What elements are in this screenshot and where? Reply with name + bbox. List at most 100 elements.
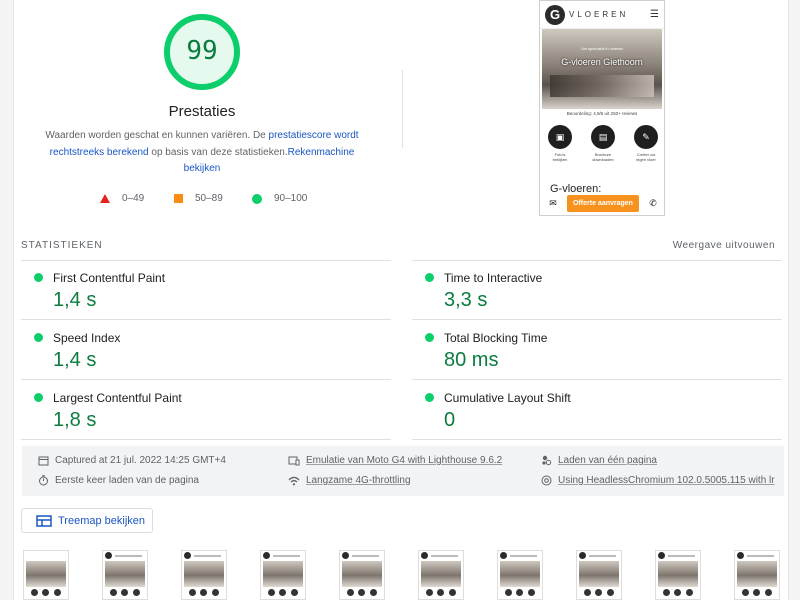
filmstrip-frame — [655, 550, 701, 600]
metric-name: Total Blocking Time — [444, 331, 548, 345]
load-text: Eerste keer laden van de pagina — [55, 475, 199, 486]
feature-create: ✎ Creëer uw eigen vloer — [634, 125, 658, 162]
metric-cls: Cumulative Layout Shift 0 — [412, 381, 782, 439]
feature-icons: ▣ Foto's bekijken ▤ Brochure downloaden … — [548, 125, 658, 162]
square-icon — [174, 194, 183, 203]
final-screenshot[interactable]: G VLOEREN ☰ Uw specialist in vloeren G-v… — [539, 0, 665, 216]
runtime-settings: Captured at 21 jul. 2022 14:25 GMT+4 Emu… — [22, 446, 784, 496]
metric-si: Speed Index 1,4 s — [21, 321, 391, 379]
metric-name: Speed Index — [53, 331, 121, 345]
divider — [412, 439, 782, 440]
brochure-icon: ▤ — [591, 125, 615, 149]
treemap-icon — [36, 514, 52, 527]
metric-value: 1,4 s — [53, 289, 97, 311]
score-description: Waarden worden geschat en kunnen variëre… — [44, 128, 360, 178]
chrome-icon — [541, 475, 552, 486]
divider — [412, 319, 782, 320]
browser-link[interactable]: Using HeadlessChromium 102.0.5005.115 wi… — [558, 475, 775, 486]
score-title: Prestaties — [168, 103, 236, 120]
filmstrip-frame — [260, 550, 306, 600]
calendar-icon — [38, 456, 49, 466]
stopwatch-icon — [39, 475, 48, 486]
metric-value: 1,8 s — [53, 409, 97, 431]
session-link[interactable]: Laden van één pagina — [558, 455, 657, 466]
runtime-throttle[interactable]: Langzame 4G-throttling — [288, 475, 411, 486]
filmstrip-frame — [181, 550, 227, 600]
feature-photos-label: Foto's bekijken — [552, 152, 568, 162]
filmstrip-frame — [23, 550, 69, 600]
metric-value: 3,3 s — [444, 289, 488, 311]
bottom-bar: ✉ Offerte aanvragen ✆ — [546, 194, 660, 212]
feature-brochure-label: Brochure downloaden — [592, 152, 614, 162]
divider — [21, 319, 391, 320]
score-value: 99 — [186, 36, 218, 66]
throttle-link[interactable]: Langzame 4G-throttling — [306, 475, 411, 486]
divider — [412, 379, 782, 380]
filmstrip-frame — [576, 550, 622, 600]
image-icon: ▣ — [548, 125, 572, 149]
runtime-captured: Captured at 21 jul. 2022 14:25 GMT+4 — [38, 455, 226, 466]
palette-icon: ✎ — [634, 125, 658, 149]
treemap-button[interactable]: Treemap bekijken — [21, 508, 153, 533]
expand-view-toggle[interactable]: Weergave uitvouwen — [673, 240, 775, 251]
hero-subtitle: Uw specialist in vloeren — [581, 46, 623, 51]
mail-icon: ✉ — [549, 197, 557, 208]
legend-fail-range: 0–49 — [122, 193, 145, 204]
hero-image: Uw specialist in vloeren G-vloeren Gieth… — [542, 29, 662, 109]
filmstrip-frame — [734, 550, 780, 600]
legend-average: 50–89 — [174, 193, 223, 204]
metric-tti: Time to Interactive 3,3 s — [412, 261, 782, 319]
runtime-browser[interactable]: Using HeadlessChromium 102.0.5005.115 wi… — [541, 475, 777, 486]
legend-average-range: 50–89 — [195, 193, 223, 204]
treemap-label: Treemap bekijken — [58, 514, 146, 527]
feature-photos: ▣ Foto's bekijken — [548, 125, 572, 162]
filmstrip-frame — [497, 550, 543, 600]
metric-value: 80 ms — [444, 349, 499, 371]
report-sheet: 99 Prestaties Waarden worden geschat en … — [13, 0, 789, 600]
runtime-session[interactable]: Laden van één pagina — [541, 455, 657, 466]
metric-tbt: Total Blocking Time 80 ms — [412, 321, 782, 379]
legend-pass-range: 90–100 — [274, 193, 308, 204]
metric-name: Time to Interactive — [444, 271, 543, 285]
metric-value: 1,4 s — [53, 349, 97, 371]
filmstrip-frame — [418, 550, 464, 600]
divider — [402, 70, 403, 148]
score-desc-text-2: op basis van deze statistieken. — [148, 146, 288, 158]
hero-room — [550, 75, 654, 97]
metric-name: Cumulative Layout Shift — [444, 391, 571, 405]
screenshot-header: G VLOEREN ☰ — [540, 1, 664, 29]
metric-name: Largest Contentful Paint — [53, 391, 182, 405]
menu-icon: ☰ — [650, 9, 659, 20]
device-link[interactable]: Emulatie van Moto G4 with Lighthouse 9.6… — [306, 455, 502, 466]
stats-title: STATISTIEKEN — [21, 240, 103, 251]
rating-text: Beoordeling: 4,9/5 uit 250+ reviews — [566, 111, 638, 116]
triangle-icon — [100, 194, 110, 203]
pass-icon — [34, 393, 43, 402]
session-icon — [542, 455, 552, 466]
metric-value: 0 — [444, 409, 456, 431]
pass-icon — [425, 273, 434, 282]
feature-create-label: Creëer uw eigen vloer — [636, 152, 656, 162]
pass-icon — [34, 273, 43, 282]
phone-icon: ✆ — [649, 197, 657, 208]
hero-title: G-vloeren Giethoorn — [561, 57, 643, 67]
circle-icon — [252, 193, 262, 204]
legend-fail: 0–49 — [100, 193, 144, 204]
divider — [21, 379, 391, 380]
brand-logo: G — [545, 4, 565, 25]
metric-lcp: Largest Contentful Paint 1,8 s — [21, 381, 391, 439]
pass-icon — [34, 333, 43, 342]
cta-button: Offerte aanvragen — [567, 194, 639, 212]
pass-icon — [425, 333, 434, 342]
runtime-device[interactable]: Emulatie van Moto G4 with Lighthouse 9.6… — [288, 455, 502, 466]
captured-text: Captured at 21 jul. 2022 14:25 GMT+4 — [55, 455, 226, 466]
device-icon — [288, 456, 300, 465]
wifi-icon — [288, 476, 300, 485]
metric-fcp: First Contentful Paint 1,4 s — [21, 261, 391, 319]
brand-name: VLOEREN — [569, 10, 629, 19]
pass-icon — [425, 393, 434, 402]
metric-name: First Contentful Paint — [53, 271, 166, 285]
legend-pass: 90–100 — [252, 193, 307, 204]
feature-brochure: ▤ Brochure downloaden — [591, 125, 615, 162]
filmstrip-frame — [102, 550, 148, 600]
